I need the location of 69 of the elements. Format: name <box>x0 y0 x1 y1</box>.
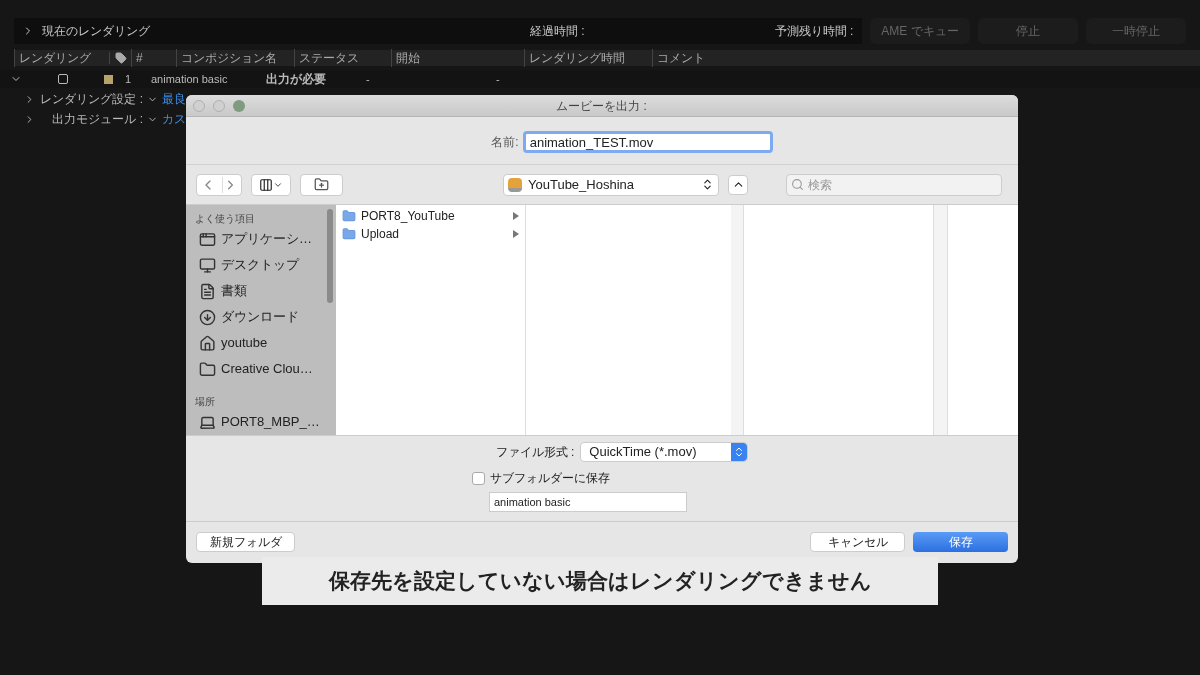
status-text: 出力が必要 <box>266 71 327 88</box>
folder-icon <box>342 227 356 241</box>
save-button[interactable]: 保存 <box>913 532 1008 552</box>
setting-label: レンダリング設定 : <box>39 91 143 108</box>
zoom-button[interactable] <box>233 99 245 112</box>
column-header[interactable]: コメント <box>652 49 740 67</box>
cancel-button[interactable]: キャンセル <box>810 532 905 552</box>
caption-banner: 保存先を設定していない場合はレンダリングできません <box>262 557 938 605</box>
current-render-label: 現在のレンダリング <box>42 23 150 40</box>
column-header[interactable]: # <box>131 49 176 67</box>
folder-row[interactable]: PORT8_YouTube <box>336 207 525 225</box>
setting-label: 出力モジュール : <box>51 111 143 128</box>
sidebar-item[interactable]: youtube <box>195 330 336 356</box>
location-name: YouTube_Hoshina <box>528 175 635 194</box>
sidebar-item[interactable]: ダウンロード <box>195 304 336 330</box>
monitor-icon <box>199 256 216 274</box>
updown-icon <box>701 178 714 191</box>
new-folder-button[interactable]: 新規フォルダ <box>196 532 295 552</box>
setting-value-link[interactable]: カス <box>162 110 186 128</box>
folder-plus-icon <box>314 177 329 192</box>
sidebar-item[interactable]: アプリケーシ… <box>195 226 336 252</box>
sidebar-item[interactable]: PORT8_MBP_… <box>195 409 336 435</box>
apps-icon <box>199 230 216 248</box>
column-header[interactable]: レンダリング <box>14 49 109 67</box>
composition-name: animation basic <box>151 71 229 87</box>
stepper-icon <box>731 443 748 461</box>
house-icon <box>199 334 216 352</box>
column-header[interactable]: ステータス <box>294 49 391 67</box>
folder-icon <box>342 209 356 223</box>
remaining-label: 予測残り時間 : <box>774 23 854 40</box>
dialog-title: ムービーを出力 : <box>555 97 648 115</box>
folder-icon <box>199 360 216 378</box>
search-icon <box>791 178 804 191</box>
tag-icon <box>114 52 127 64</box>
render-time: - <box>496 71 500 87</box>
render-checkbox[interactable] <box>58 74 68 84</box>
name-label: 名前: <box>491 134 519 151</box>
location-popup[interactable]: YouTube_Hoshina <box>503 173 719 196</box>
download-icon <box>199 308 216 326</box>
drive-icon <box>508 177 522 192</box>
format-label: ファイル形式 : <box>495 444 575 461</box>
subfolder-name-field[interactable]: animation basic <box>489 492 687 512</box>
folder-row[interactable]: Upload <box>336 225 525 243</box>
sidebar-item[interactable]: Creative Clou… <box>195 356 336 382</box>
expand-button[interactable] <box>728 174 748 195</box>
subfolder-label: サブフォルダーに保存 <box>490 470 610 487</box>
queue-number: 1 <box>125 71 133 87</box>
column-header[interactable]: コンポジション名 <box>176 49 294 67</box>
view-mode-button[interactable] <box>251 173 291 196</box>
document-icon <box>199 282 216 300</box>
columns-icon <box>259 177 273 192</box>
label-color-swatch[interactable] <box>104 74 113 84</box>
column-header[interactable]: 開始 <box>391 49 524 67</box>
name-field[interactable]: animation_TEST.mov <box>522 131 773 153</box>
elapsed-label: 経過時間 : <box>530 23 585 40</box>
new-folder-icon-button[interactable] <box>300 173 343 196</box>
start-time: - <box>366 71 371 87</box>
scrollbar-thumb[interactable] <box>327 209 333 303</box>
disclosure-icon <box>513 212 519 220</box>
setting-value-link[interactable]: 最良 <box>162 90 186 108</box>
disclosure-icon <box>513 230 519 238</box>
back-forward-control[interactable] <box>196 173 242 196</box>
format-popup[interactable]: QuickTime (*.mov) <box>580 442 749 462</box>
sidebar-heading: 場所 <box>195 395 216 409</box>
sidebar-heading: よく使う項目 <box>195 212 256 226</box>
column-header[interactable]: レンダリング時間 <box>524 49 652 67</box>
sidebar-item[interactable]: デスクトップ <box>195 252 336 278</box>
sidebar-item[interactable]: 書類 <box>195 278 336 304</box>
subfolder-checkbox[interactable] <box>472 471 485 485</box>
